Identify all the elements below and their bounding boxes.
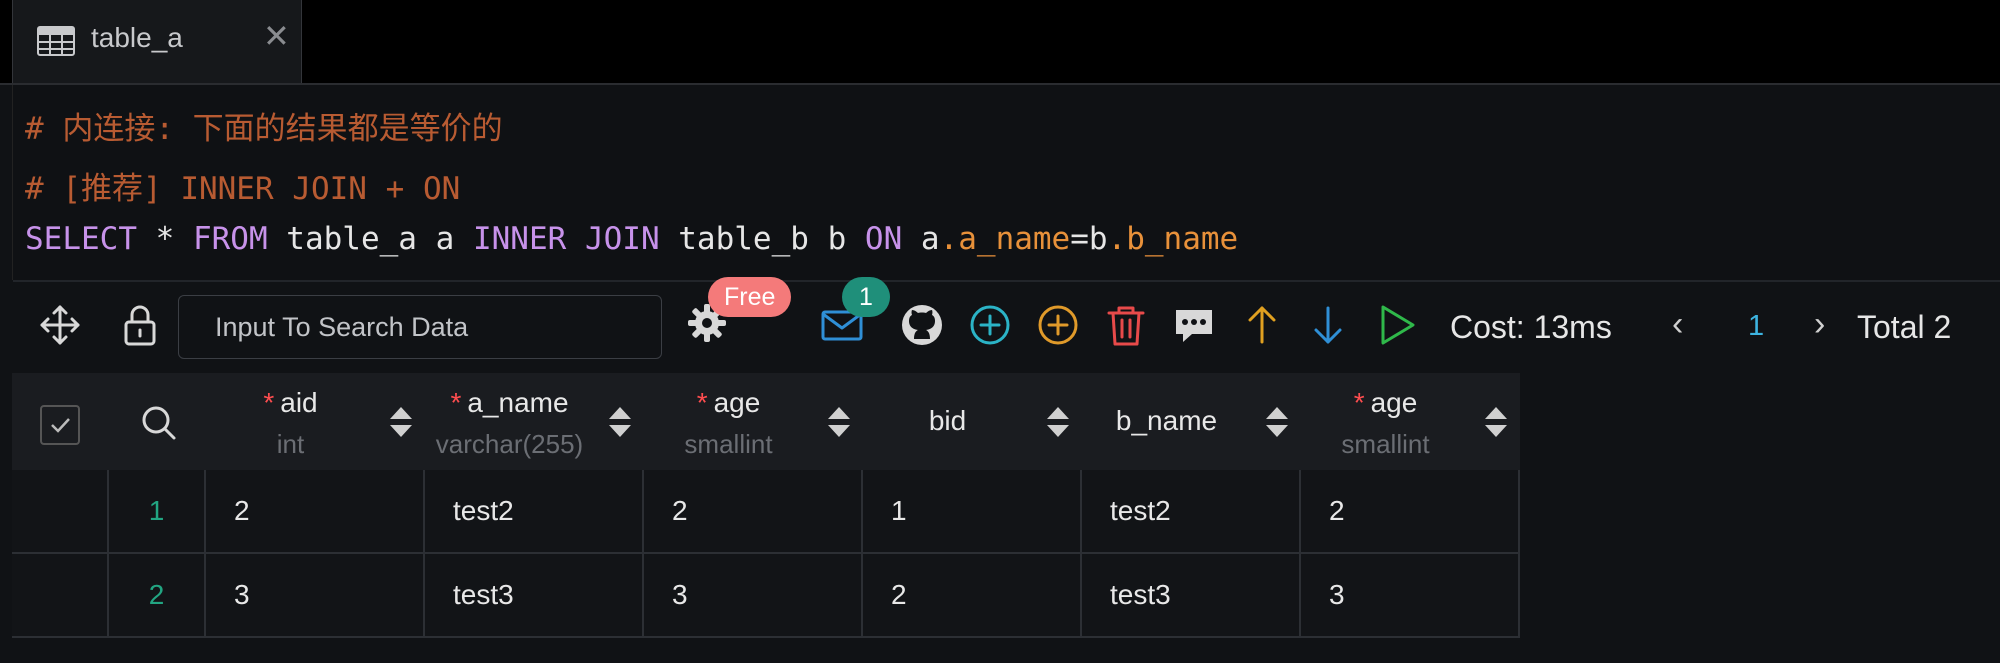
move-icon[interactable] (38, 303, 82, 347)
row-number: 1 (109, 470, 206, 552)
sort-icon[interactable] (389, 405, 413, 439)
column-title: age (1370, 387, 1418, 418)
required-mark: * (263, 387, 275, 418)
lock-icon[interactable] (118, 303, 162, 347)
add-row-icon[interactable] (968, 303, 1012, 347)
sort-icon[interactable] (608, 405, 632, 439)
row-select-cell[interactable] (12, 470, 109, 552)
table-cell[interactable]: 2 (206, 470, 425, 552)
column-type: varchar(255) (435, 429, 584, 459)
sql-keyword: FROM (192, 221, 268, 257)
table-icon (37, 26, 75, 56)
sql-keyword: INNER (472, 221, 567, 257)
code-sql-line: SELECT * FROM table_a a INNER JOIN table… (25, 221, 1238, 257)
table-cell[interactable]: 3 (206, 554, 425, 636)
search-input[interactable] (178, 295, 662, 359)
tab-table-a[interactable]: table_a ✕ (12, 0, 302, 83)
column-title: a_name (467, 387, 569, 418)
table-cell[interactable]: test2 (1082, 470, 1301, 552)
select-all-cell (12, 373, 109, 470)
select-all-checkbox[interactable] (40, 405, 80, 445)
sort-icon[interactable] (1484, 405, 1508, 439)
table-cell[interactable]: test3 (425, 554, 644, 636)
table-row[interactable]: 2 3 test3 3 2 test3 3 (12, 554, 1520, 638)
column-name: bid (863, 405, 1032, 437)
arrow-down-icon[interactable] (1306, 303, 1350, 347)
arrow-up-icon[interactable] (1240, 303, 1284, 347)
table-row[interactable]: 1 2 test2 2 1 test2 2 (12, 470, 1520, 554)
comment-icon[interactable] (1172, 303, 1216, 347)
column-name: * age (1301, 387, 1470, 419)
sql-text: =b (1070, 221, 1108, 257)
grid-header: * aid int * a_name varchar(255) * age small… (12, 373, 1520, 470)
code-comment-line: # [推荐] INNER JOIN + ON (25, 171, 461, 207)
sort-icon[interactable] (1265, 405, 1289, 439)
sort-icon[interactable] (827, 405, 851, 439)
column-header-bid[interactable]: bid (863, 373, 1082, 470)
current-page[interactable]: 1 (1748, 310, 1764, 343)
required-mark: * (1353, 387, 1365, 418)
table-cell[interactable]: 2 (863, 554, 1082, 636)
table-cell[interactable]: test2 (425, 470, 644, 552)
sql-field: .b_name (1107, 221, 1239, 257)
table-cell[interactable]: 3 (644, 554, 863, 636)
table-cell[interactable]: 2 (1301, 470, 1520, 552)
required-mark: * (450, 387, 462, 418)
column-header-age[interactable]: * age smallint (644, 373, 863, 470)
column-title: aid (280, 387, 318, 418)
sql-text: a (902, 221, 940, 257)
result-toolbar: Free 1 (0, 277, 2000, 373)
column-type: smallint (684, 429, 773, 459)
column-title: bid (928, 405, 967, 436)
required-mark: * (696, 387, 708, 418)
column-type: smallint (1341, 429, 1430, 459)
code-comment-line: # 内连接: 下面的结果都是等价的 (25, 111, 503, 147)
table-cell[interactable]: 3 (1301, 554, 1520, 636)
tab-label: table_a (91, 22, 183, 53)
table-cell[interactable]: 1 (863, 470, 1082, 552)
search-icon[interactable] (139, 403, 179, 443)
chevron-left-icon[interactable]: ‹ (1672, 305, 1683, 344)
sql-keyword: SELECT (25, 221, 137, 257)
sql-field: .a_name (939, 221, 1071, 257)
column-header-aid[interactable]: * aid int (206, 373, 425, 470)
column-name: b_name (1082, 405, 1251, 437)
table-cell[interactable]: test3 (1082, 554, 1301, 636)
row-search-cell (109, 373, 206, 470)
row-number: 2 (109, 554, 206, 636)
run-icon[interactable] (1374, 303, 1418, 347)
check-icon (51, 418, 70, 433)
column-name: * a_name (425, 387, 594, 419)
column-name: * aid (206, 387, 375, 419)
query-cost: Cost: 13ms (1450, 309, 1612, 345)
column-header-b-name[interactable]: b_name (1082, 373, 1301, 470)
sql-text: table_b b (659, 221, 865, 257)
sql-text: table_a a (267, 221, 473, 257)
column-header-a-name[interactable]: * a_name varchar(255) (425, 373, 644, 470)
free-badge: Free (708, 277, 792, 317)
sql-editor[interactable]: # 内连接: 下面的结果都是等价的 # [推荐] INNER JOIN + ON… (12, 85, 2000, 282)
tab-bar: table_a ✕ (0, 0, 2000, 85)
sort-icon[interactable] (1046, 405, 1070, 439)
column-type: int (276, 429, 305, 459)
close-icon[interactable]: ✕ (263, 20, 290, 52)
sql-keyword: ON (864, 221, 903, 257)
sql-keyword: JOIN (584, 221, 660, 257)
table-cell[interactable]: 2 (644, 470, 863, 552)
total-count: Total 2 (1857, 309, 1952, 345)
column-title: b_name (1115, 405, 1218, 436)
sql-text: * (136, 221, 193, 257)
column-name: * age (644, 387, 813, 419)
row-select-cell[interactable] (12, 554, 109, 636)
insert-row-icon[interactable] (1036, 303, 1080, 347)
chevron-right-icon[interactable]: › (1814, 305, 1825, 344)
mail-count-badge: 1 (842, 277, 890, 317)
column-title: age (713, 387, 761, 418)
delete-icon[interactable] (1104, 303, 1148, 347)
editor-divider (13, 280, 2000, 282)
column-header-age-b[interactable]: * age smallint (1301, 373, 1520, 470)
github-icon[interactable] (900, 303, 944, 347)
